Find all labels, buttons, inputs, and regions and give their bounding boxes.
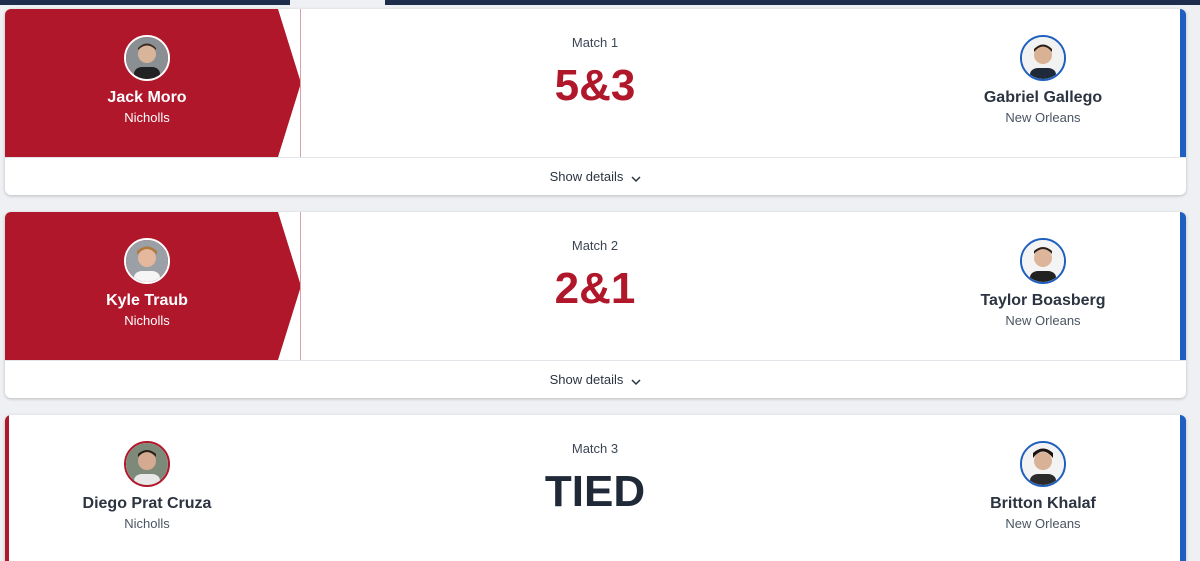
- player-name: Jack Moro: [107, 89, 187, 106]
- match-card-3: Diego Prat Cruza Nicholls Match 3 TIED B…: [5, 415, 1186, 561]
- show-details-button[interactable]: Show details: [5, 157, 1186, 195]
- player-team: New Orleans: [1005, 516, 1081, 531]
- player-name: Kyle Traub: [106, 292, 188, 309]
- player-left: Kyle Traub Nicholls: [37, 238, 257, 328]
- match-card-1: Jack Moro Nicholls Match 1 5&3 Gabriel G…: [5, 9, 1186, 195]
- avatar: [124, 441, 170, 487]
- top-tab-bar-right: [385, 0, 1200, 5]
- player-left: Diego Prat Cruza Nicholls: [37, 441, 257, 531]
- avatar: [1020, 441, 1066, 487]
- avatar: [124, 238, 170, 284]
- match-label: Match 1: [571, 35, 619, 50]
- player-name: Taylor Boasberg: [980, 292, 1106, 309]
- show-details-label: Show details: [549, 372, 624, 387]
- chevron-down-icon: [631, 172, 641, 182]
- show-details-label: Show details: [549, 169, 624, 184]
- player-name: Britton Khalaf: [990, 495, 1096, 512]
- team-accent-left: [5, 415, 9, 561]
- team-accent-right: [1180, 415, 1186, 561]
- player-left: Jack Moro Nicholls: [37, 35, 257, 125]
- player-right: Britton Khalaf New Orleans: [933, 441, 1153, 531]
- match-label: Match 2: [571, 238, 619, 253]
- player-team: Nicholls: [124, 516, 170, 531]
- match-card-2: Kyle Traub Nicholls Match 2 2&1 Taylor B…: [5, 212, 1186, 398]
- match-label: Match 3: [571, 441, 619, 456]
- match-center: Match 1 5&3: [425, 35, 765, 108]
- team-accent: [1180, 212, 1186, 360]
- match-result: 5&3: [554, 61, 636, 110]
- avatar: [1020, 35, 1066, 81]
- player-name: Diego Prat Cruza: [82, 495, 212, 512]
- divider: [300, 9, 301, 157]
- match-result: 2&1: [554, 264, 636, 313]
- player-team: New Orleans: [1005, 313, 1081, 328]
- player-team: New Orleans: [1005, 110, 1081, 125]
- player-name: Gabriel Gallego: [983, 89, 1103, 106]
- avatar: [124, 35, 170, 81]
- show-details-button[interactable]: Show details: [5, 360, 1186, 398]
- team-accent: [1180, 9, 1186, 157]
- player-right: Gabriel Gallego New Orleans: [933, 35, 1153, 125]
- avatar: [1020, 238, 1066, 284]
- match-center: Match 3 TIED: [425, 441, 765, 514]
- match-result: TIED: [544, 467, 646, 516]
- player-team: Nicholls: [124, 313, 170, 328]
- match-center: Match 2 2&1: [425, 238, 765, 311]
- chevron-down-icon: [631, 375, 641, 385]
- divider: [300, 212, 301, 360]
- player-team: Nicholls: [124, 110, 170, 125]
- player-right: Taylor Boasberg New Orleans: [933, 238, 1153, 328]
- top-tab-bar-left: [0, 0, 290, 5]
